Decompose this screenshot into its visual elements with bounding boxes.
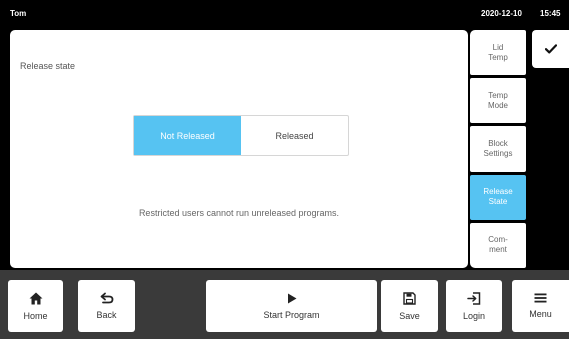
- settings-tabs: Lid Temp Temp Mode Block Settings Releas…: [470, 30, 526, 269]
- release-state-toggle: Not Released Released: [133, 115, 349, 156]
- status-bar: Tom 2020-12-10 15:45: [0, 0, 569, 26]
- login-icon: [467, 291, 481, 305]
- back-label: Back: [96, 310, 117, 320]
- back-arrow-icon: [100, 292, 113, 304]
- floppy-disk-icon: [403, 291, 416, 305]
- tab-block-settings[interactable]: Block Settings: [470, 126, 526, 172]
- start-program-button[interactable]: Start Program: [206, 280, 377, 332]
- not-released-option[interactable]: Not Released: [134, 116, 241, 155]
- tab-release-state[interactable]: Release State: [470, 174, 526, 220]
- home-button[interactable]: Home: [8, 280, 63, 332]
- status-date: 2020-12-10: [481, 9, 522, 18]
- login-button[interactable]: Login: [446, 280, 502, 332]
- released-option[interactable]: Released: [241, 116, 348, 155]
- tab-lid-temp[interactable]: Lid Temp: [470, 30, 526, 76]
- bottom-toolbar: Home Back Start Program Save Login Menu: [0, 270, 569, 339]
- tab-comment[interactable]: Com- ment: [470, 222, 526, 269]
- save-label: Save: [399, 310, 420, 321]
- restriction-note: Restricted users cannot run unreleased p…: [138, 208, 340, 218]
- home-label: Home: [23, 310, 48, 321]
- start-program-label: Start Program: [263, 309, 320, 320]
- panel-heading: Release state: [20, 61, 76, 71]
- user-name: Tom: [10, 9, 27, 18]
- back-button[interactable]: Back: [78, 280, 135, 332]
- login-label: Login: [462, 310, 486, 321]
- confirm-button[interactable]: [532, 30, 569, 68]
- tab-temp-mode[interactable]: Temp Mode: [470, 78, 526, 124]
- menu-button[interactable]: Menu: [512, 280, 569, 332]
- hamburger-menu-icon: [534, 293, 547, 303]
- save-button[interactable]: Save: [381, 280, 438, 332]
- release-state-panel: Release state Not Released Released Rest…: [10, 30, 468, 268]
- status-time: 15:45: [540, 9, 561, 18]
- menu-label: Menu: [529, 309, 552, 319]
- checkmark-icon: [544, 44, 557, 54]
- play-icon: [287, 293, 296, 303]
- home-icon: [29, 292, 42, 304]
